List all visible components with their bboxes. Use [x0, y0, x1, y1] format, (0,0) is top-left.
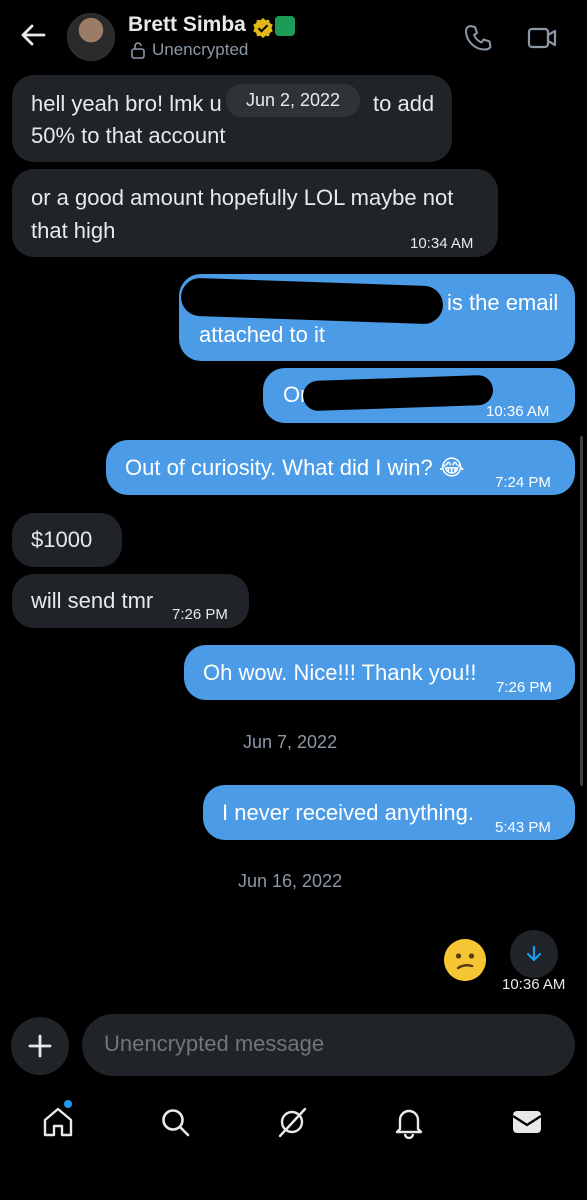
message-text: hell yeah bro! lmk u: [31, 91, 222, 116]
message-bubble-outgoing[interactable]: I never received anything. 5:43 PM: [203, 785, 575, 840]
message-text: is the email: [447, 290, 559, 315]
message-input[interactable]: Unencrypted message: [82, 1014, 575, 1076]
mail-icon[interactable]: [510, 1105, 544, 1139]
scroll-to-bottom-button[interactable]: [510, 930, 558, 978]
date-divider: Jun 7, 2022: [243, 732, 338, 752]
arrow-down-icon: [526, 945, 542, 962]
message-bubble-incoming[interactable]: will send tmr 7:26 PM: [12, 574, 249, 628]
plus-icon: [28, 1034, 52, 1058]
affiliate-badge-icon: [275, 16, 295, 36]
search-icon[interactable]: [158, 1105, 192, 1139]
phone-icon[interactable]: [462, 22, 494, 54]
message-bubble-incoming[interactable]: $1000: [12, 513, 122, 567]
bell-icon[interactable]: [392, 1105, 426, 1139]
contact-name[interactable]: Brett Simba: [128, 13, 246, 37]
date-pill: Jun 2, 2022: [226, 84, 360, 117]
message-bubble-incoming[interactable]: or a good amount hopefully LOL maybe not…: [12, 169, 498, 257]
add-media-button[interactable]: [11, 1017, 69, 1075]
scrollbar[interactable]: [580, 436, 583, 786]
message-text: will send tmr: [31, 588, 154, 613]
lock-icon: [131, 42, 145, 59]
back-arrow-icon[interactable]: [18, 20, 48, 50]
message-text: 50% to that account: [31, 123, 226, 148]
message-text: Oh wow. Nice!!! Thank you!!: [203, 660, 477, 685]
message-text: attached to it: [199, 322, 325, 347]
confused-face-icon[interactable]: [444, 939, 486, 981]
video-icon[interactable]: [526, 22, 558, 54]
message-bubble-outgoing[interactable]: Or ( 10:36 AM: [263, 368, 575, 423]
encryption-status: Unencrypted: [152, 40, 249, 59]
message-bubble-outgoing[interactable]: is the email attached to it: [179, 274, 575, 361]
message-text: to add: [373, 91, 435, 116]
message-time: 10:36 AM: [486, 403, 550, 420]
message-text: Out of curiosity. What did I win? 😂: [125, 455, 465, 480]
notification-dot: [64, 1100, 72, 1108]
redaction-mark: [302, 374, 494, 412]
message-text: I never received anything.: [222, 800, 474, 825]
message-time: 10:36 AM: [502, 976, 566, 993]
bottom-navigation: [0, 1090, 587, 1160]
message-time: 7:26 PM: [496, 679, 552, 696]
grok-icon[interactable]: [275, 1105, 309, 1139]
message-text: or a good amount hopefully LOL maybe not: [31, 185, 454, 210]
chat-header: Brett Simba Unencrypted: [0, 0, 587, 75]
home-icon[interactable]: [41, 1105, 75, 1139]
message-time: 5:43 PM: [495, 819, 551, 836]
message-time: 7:24 PM: [495, 474, 551, 491]
message-text: $1000: [31, 527, 93, 552]
message-bubble-outgoing[interactable]: Oh wow. Nice!!! Thank you!! 7:26 PM: [184, 645, 575, 700]
message-time: 7:26 PM: [172, 606, 228, 623]
message-bubble-outgoing[interactable]: Out of curiosity. What did I win? 😂 7:24…: [106, 440, 575, 495]
verified-badge-icon: [253, 18, 273, 38]
message-input-placeholder: Unencrypted message: [104, 1031, 325, 1056]
message-time: 10:34 AM: [410, 235, 474, 252]
date-divider: Jun 16, 2022: [238, 871, 343, 891]
avatar[interactable]: [67, 13, 115, 61]
message-text: that high: [31, 218, 116, 243]
